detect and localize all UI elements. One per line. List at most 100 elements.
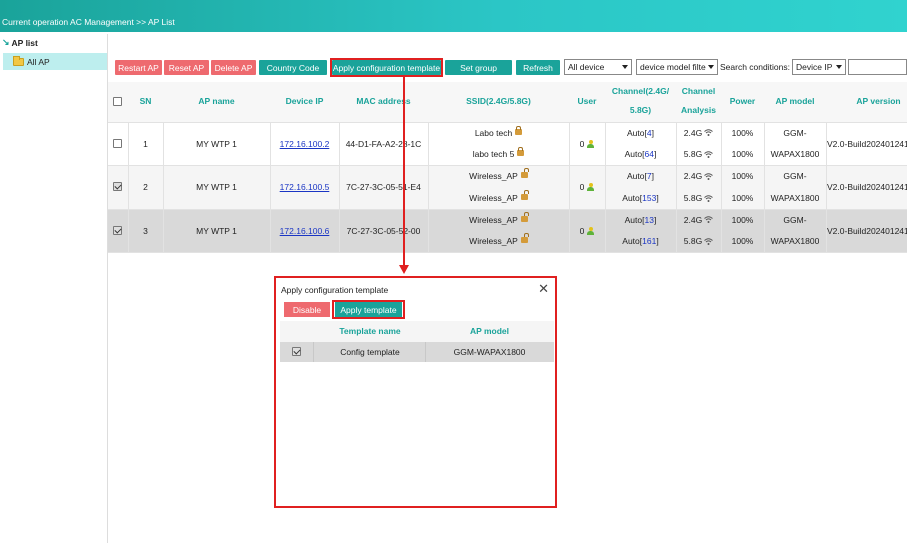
row-device-ip-link[interactable]: 172.16.100.6 [270, 209, 339, 252]
row-mac: 7C-27-3C-05-52-00 [346, 225, 421, 236]
top-bar: Current operation AC Management >> AP Li… [0, 0, 907, 32]
row-model-line2: WAPAX1800 [770, 236, 820, 246]
template-row[interactable]: Config template GGM-WAPAX1800 [280, 342, 554, 362]
ap-list-title: ↘ AP list [2, 37, 38, 48]
row-version: V2.0-Build202401241 [827, 138, 907, 149]
row-ssid-1: Labo tech [428, 122, 569, 143]
row-band-1[interactable]: 2.4G [676, 209, 721, 230]
row-model-line2: WAPAX1800 [770, 149, 820, 159]
select-all-checkbox[interactable] [113, 97, 122, 106]
col-ap-version[interactable]: AP version [826, 92, 907, 111]
channel-link[interactable]: 161 [642, 236, 656, 246]
search-input[interactable] [848, 59, 907, 75]
tree-item-label: All AP [27, 56, 50, 67]
col-ssid[interactable]: SSID(2.4G/5.8G) [428, 92, 569, 111]
refresh-button[interactable]: Refresh [516, 60, 560, 75]
wifi-icon [704, 172, 714, 180]
search-conditions-label: Search conditions: [720, 62, 790, 72]
row-band-2[interactable]: 5.8G [676, 230, 721, 252]
device-filter-select[interactable]: All device [564, 59, 632, 75]
unlock-icon [520, 190, 529, 200]
tree-item-all-ap[interactable]: All AP [3, 53, 107, 70]
col-sn[interactable]: SN [128, 92, 163, 111]
row-band-1[interactable]: 2.4G [676, 122, 721, 143]
wifi-icon [704, 194, 714, 202]
user-icon [587, 183, 595, 191]
left-panel: ↘ AP list All AP [0, 34, 108, 543]
row-device-ip-link[interactable]: 172.16.100.5 [270, 165, 339, 209]
channel-link[interactable]: 153 [642, 193, 656, 203]
row-model-line1: GGM- [783, 127, 807, 138]
chevron-down-icon [708, 65, 714, 69]
dialog-table-header: Template name AP model [280, 321, 554, 342]
row-channel-2: Auto[161] [622, 236, 659, 246]
user-icon [587, 226, 595, 235]
unlock-icon [520, 233, 529, 243]
model-filter-select[interactable]: device model filte [636, 59, 718, 75]
row-channel-2: Auto[64] [624, 149, 657, 159]
apply-template-dialog: Apply configuration template ✕ Disable A… [274, 276, 557, 508]
close-icon[interactable]: ✕ [538, 281, 549, 297]
row-band-2[interactable]: 5.8G [676, 143, 721, 165]
highlight-box [332, 300, 405, 319]
row-power-2: 100% [731, 193, 754, 203]
lock-icon [517, 147, 525, 156]
row-band-2[interactable]: 5.8G [676, 187, 721, 209]
row-power-1: 100% [731, 171, 754, 181]
disable-button[interactable]: Disable [284, 302, 330, 317]
row-ssid-1: Wireless_AP [428, 209, 569, 230]
row-channel-1: Auto[7] [627, 171, 654, 181]
highlight-box [330, 58, 443, 77]
row-sn: 3 [143, 225, 148, 236]
restart-ap-button[interactable]: Restart AP [115, 60, 162, 75]
row-channel-2: Auto[153] [622, 193, 659, 203]
row-band-1[interactable]: 2.4G [676, 165, 721, 187]
row-users[interactable]: 0 [569, 122, 605, 165]
row-ap-name: MY WTP 1 [196, 225, 237, 236]
channel-link[interactable]: 4 [647, 128, 652, 138]
col-channel-line1[interactable]: Channel(2.4G/ [605, 82, 676, 101]
unlock-icon [520, 211, 529, 222]
row-users[interactable]: 0 [569, 165, 605, 209]
chevron-down-icon [836, 65, 842, 69]
row-model-line2: WAPAX1800 [770, 193, 820, 203]
wifi-icon [704, 216, 714, 223]
set-group-button[interactable]: Set group [445, 60, 512, 75]
row-power-2: 100% [731, 149, 754, 159]
delete-ap-button[interactable]: Delete AP [211, 60, 256, 75]
wifi-icon [704, 129, 714, 136]
wifi-icon [704, 150, 714, 158]
reset-ap-button[interactable]: Reset AP [164, 60, 209, 75]
row-users[interactable]: 0 [569, 209, 605, 252]
row-channel-1: Auto[4] [627, 127, 654, 138]
row-checkbox[interactable] [113, 226, 122, 235]
row-checkbox[interactable] [113, 139, 122, 148]
col-mac-address[interactable]: MAC address [339, 92, 428, 111]
search-field-select[interactable]: Device IP [792, 59, 846, 75]
chevron-down-icon [622, 65, 628, 69]
col-user[interactable]: User [569, 92, 605, 111]
unlock-icon [520, 168, 529, 178]
col-power[interactable]: Power [721, 92, 764, 111]
channel-link[interactable]: 64 [645, 149, 654, 159]
template-checkbox[interactable] [292, 347, 301, 356]
col-device-ip[interactable]: Device IP [270, 92, 339, 111]
row-sn: 2 [143, 182, 148, 192]
row-device-ip-link[interactable]: 172.16.100.2 [270, 122, 339, 165]
col-channel-analysis-line1[interactable]: Channel [676, 82, 721, 101]
row-power-1: 100% [731, 214, 754, 225]
row-mac: 44-D1-FA-A2-28-1C [345, 138, 422, 149]
col-channel-analysis-line2: Analysis [681, 105, 716, 115]
annotation-arrow-head [399, 265, 409, 274]
row-version: V2.0-Build202401241 [827, 225, 907, 236]
template-name: Config template [340, 347, 400, 357]
template-model: GGM-WAPAX1800 [453, 347, 526, 357]
user-icon [587, 139, 595, 148]
country-code-button[interactable]: Country Code [259, 60, 327, 75]
col-ap-model[interactable]: AP model [764, 92, 826, 111]
row-checkbox[interactable] [113, 182, 122, 191]
col-ap-name[interactable]: AP name [163, 92, 270, 111]
channel-link[interactable]: 13 [645, 215, 654, 225]
wifi-icon [704, 237, 714, 245]
channel-link[interactable]: 7 [647, 171, 652, 181]
